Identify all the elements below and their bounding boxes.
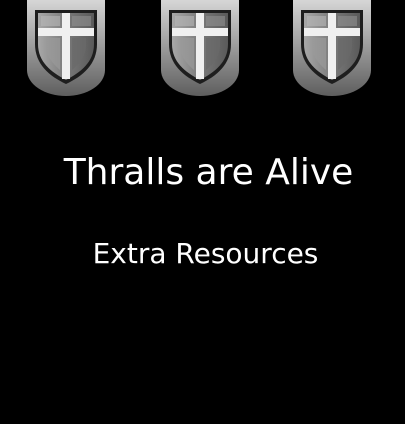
banner-row <box>0 0 405 100</box>
card-title: Thralls are Alive <box>63 152 354 193</box>
cross-shield-banner-2[interactable] <box>161 0 239 96</box>
cross-shield-banner-1[interactable] <box>27 0 105 96</box>
cross-shield-banner-3[interactable] <box>293 0 371 96</box>
cross-shield-icon <box>293 0 371 96</box>
card-subtitle: Extra Resources <box>92 237 319 270</box>
cross-shield-icon <box>27 0 105 96</box>
cross-shield-icon <box>161 0 239 96</box>
